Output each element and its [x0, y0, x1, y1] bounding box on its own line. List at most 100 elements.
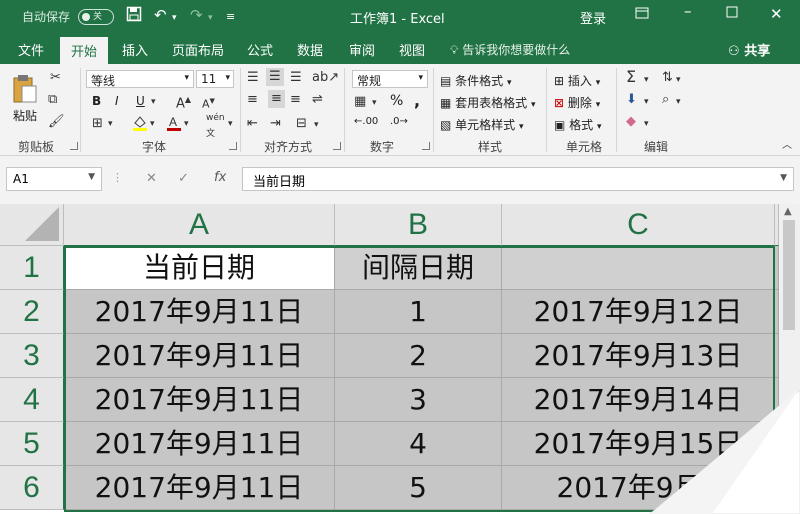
- redo-dropdown-icon[interactable]: ▾: [208, 9, 213, 27]
- tab-home[interactable]: 开始: [60, 37, 109, 64]
- decrease-indent-icon[interactable]: ⇤: [247, 116, 258, 132]
- find-select-icon[interactable]: ⌕: [662, 92, 669, 108]
- clear-icon[interactable]: ◆: [626, 114, 636, 130]
- autosum-dropdown-icon[interactable]: ▾: [644, 72, 649, 88]
- cell-c2[interactable]: 2017年9月12日: [502, 290, 775, 334]
- comma-button[interactable]: ,: [414, 91, 420, 110]
- enter-icon[interactable]: ✓: [178, 171, 189, 186]
- find-dropdown-icon[interactable]: ▾: [676, 94, 681, 110]
- cell-c6[interactable]: 2017年9月1: [502, 466, 775, 510]
- borders-icon[interactable]: ⊞: [92, 116, 103, 132]
- redo-icon[interactable]: ↷: [190, 6, 203, 24]
- clear-dropdown-icon[interactable]: ▾: [644, 116, 649, 132]
- sort-filter-icon[interactable]: ⇅: [662, 70, 673, 86]
- number-format-select[interactable]: 常规 ▾: [352, 70, 428, 88]
- align-right-icon[interactable]: ≡: [290, 92, 301, 108]
- clipboard-launcher-icon[interactable]: [70, 142, 78, 150]
- fill-color-dropdown-icon[interactable]: ▾: [150, 116, 155, 132]
- increase-font-icon[interactable]: A▲: [176, 92, 191, 112]
- name-box[interactable]: A1 ▼: [6, 167, 102, 191]
- cell-b3[interactable]: 2: [335, 334, 502, 378]
- tab-view[interactable]: 视图: [399, 40, 425, 59]
- save-icon[interactable]: [126, 6, 142, 26]
- align-left-icon[interactable]: ≡: [247, 92, 258, 108]
- align-top-icon[interactable]: ☰: [247, 70, 259, 86]
- cell-c3[interactable]: 2017年9月13日: [502, 334, 775, 378]
- accounting-format-icon[interactable]: ▦: [354, 94, 366, 110]
- column-header-c[interactable]: C: [502, 204, 775, 246]
- align-bottom-icon[interactable]: ☰: [290, 70, 302, 86]
- row-header-4[interactable]: 4: [0, 378, 64, 422]
- underline-button[interactable]: U: [136, 94, 145, 108]
- cell-c5[interactable]: 2017年9月15日: [502, 422, 775, 466]
- cut-icon[interactable]: ✂: [50, 70, 61, 86]
- select-all-button[interactable]: [0, 204, 64, 246]
- tell-me-box[interactable]: 💡︎ 告诉我你想要做什么: [450, 41, 570, 58]
- autosave-toggle[interactable]: 关: [78, 9, 114, 25]
- cell-b6[interactable]: 5: [335, 466, 502, 510]
- merge-center-icon[interactable]: ⊟: [296, 116, 307, 132]
- undo-dropdown-icon[interactable]: ▾: [172, 9, 177, 27]
- font-size-select[interactable]: 11 ▾: [196, 70, 234, 88]
- insert-function-icon[interactable]: fx: [214, 170, 226, 185]
- close-icon[interactable]: ✕: [770, 5, 783, 23]
- tab-formulas[interactable]: 公式: [247, 40, 273, 59]
- number-launcher-icon[interactable]: [422, 142, 430, 150]
- insert-cells-button[interactable]: ⊞ 插入 ▾: [554, 72, 600, 89]
- cell-a4[interactable]: 2017年9月11日: [64, 378, 335, 422]
- percent-button[interactable]: %: [390, 93, 403, 109]
- cell-b5[interactable]: 4: [335, 422, 502, 466]
- font-color-dropdown-icon[interactable]: ▾: [184, 116, 189, 132]
- delete-cells-button[interactable]: ⊠ 删除 ▾: [554, 94, 600, 111]
- wrap-text-icon[interactable]: ⇌: [312, 92, 323, 108]
- cell-a2[interactable]: 2017年9月11日: [64, 290, 335, 334]
- row-header-6[interactable]: 6: [0, 466, 64, 510]
- italic-button[interactable]: I: [115, 94, 119, 108]
- maximize-icon[interactable]: [726, 4, 738, 22]
- decrease-decimal-button[interactable]: .0→: [390, 116, 408, 127]
- font-launcher-icon[interactable]: [229, 142, 237, 150]
- tab-data[interactable]: 数据: [297, 40, 323, 59]
- alignment-launcher-icon[interactable]: [333, 142, 341, 150]
- copy-icon[interactable]: ⧉: [48, 92, 57, 108]
- cell-a6[interactable]: 2017年9月11日: [64, 466, 335, 510]
- tab-insert[interactable]: 插入: [122, 40, 148, 59]
- sort-dropdown-icon[interactable]: ▾: [676, 72, 681, 88]
- tab-review[interactable]: 审阅: [349, 40, 375, 59]
- format-painter-icon[interactable]: 🖌︎: [48, 114, 65, 130]
- cell-a5[interactable]: 2017年9月11日: [64, 422, 335, 466]
- customize-qat-icon[interactable]: ≡: [226, 8, 235, 26]
- increase-decimal-button[interactable]: ←.00: [354, 116, 378, 127]
- format-cells-button[interactable]: ▣ 格式 ▾: [554, 116, 602, 133]
- fill-color-icon[interactable]: [132, 114, 148, 137]
- share-button[interactable]: ⚇ 共享: [728, 40, 770, 59]
- row-header-2[interactable]: 2: [0, 290, 64, 334]
- orientation-icon[interactable]: ab↗: [312, 70, 339, 86]
- autosum-icon[interactable]: Σ: [626, 69, 636, 85]
- row-header-1[interactable]: 1: [0, 246, 64, 290]
- accounting-dropdown-icon[interactable]: ▾: [372, 95, 377, 111]
- cell-c4[interactable]: 2017年9月14日: [502, 378, 775, 422]
- login-link[interactable]: 登录: [580, 8, 606, 27]
- underline-dropdown-icon[interactable]: ▾: [151, 94, 156, 110]
- column-header-b[interactable]: B: [335, 204, 502, 246]
- bold-button[interactable]: B: [92, 94, 101, 108]
- tab-file[interactable]: 文件: [18, 40, 44, 59]
- ribbon-display-icon[interactable]: [634, 5, 650, 25]
- align-center-icon[interactable]: ≡: [268, 90, 285, 108]
- vertical-scrollbar[interactable]: ▲: [779, 204, 800, 514]
- scroll-thumb[interactable]: [783, 220, 795, 330]
- formula-input[interactable]: 当前日期 ▼: [242, 167, 794, 191]
- increase-indent-icon[interactable]: ⇥: [270, 116, 281, 132]
- font-name-select[interactable]: 等线 ▾: [86, 70, 194, 88]
- fill-icon[interactable]: ⬇: [626, 92, 637, 108]
- font-color-icon[interactable]: A: [166, 114, 182, 137]
- row-header-5[interactable]: 5: [0, 422, 64, 466]
- cell-c1[interactable]: [502, 246, 775, 290]
- cell-b1[interactable]: 间隔日期: [335, 246, 502, 290]
- tab-page-layout[interactable]: 页面布局: [172, 40, 224, 59]
- borders-dropdown-icon[interactable]: ▾: [108, 116, 113, 132]
- column-header-a[interactable]: A: [64, 204, 335, 246]
- cell-a1[interactable]: 当前日期: [64, 246, 335, 290]
- collapse-ribbon-icon[interactable]: ︿: [782, 138, 792, 154]
